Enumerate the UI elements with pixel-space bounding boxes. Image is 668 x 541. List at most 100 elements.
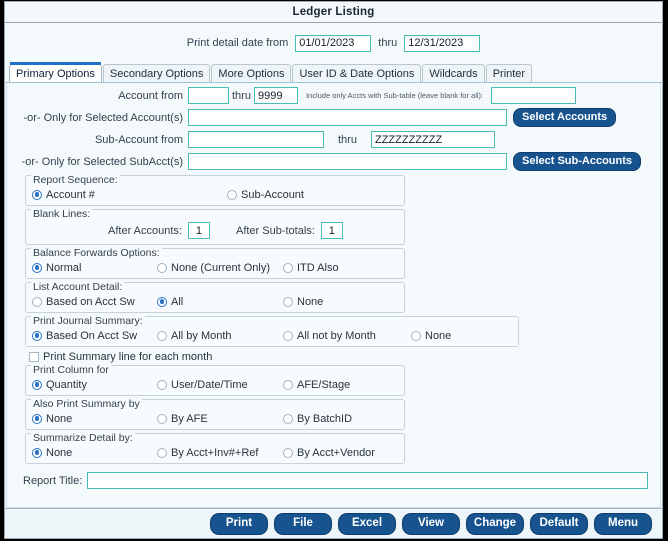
change-button[interactable]: Change — [466, 512, 524, 535]
also-print-summary-option-none[interactable]: None — [26, 413, 157, 425]
selected-subaccounts-input[interactable] — [188, 153, 507, 170]
excel-button[interactable]: Excel — [338, 512, 396, 535]
select-sub-accounts-button-label: Select Sub-Accounts — [522, 155, 633, 167]
print-journal-summary-option-acct-sw[interactable]: Based On Acct Sw — [26, 330, 157, 342]
radio-icon[interactable] — [411, 330, 421, 341]
radio-icon[interactable] — [157, 379, 167, 390]
tab-label: Secondary Options — [109, 67, 204, 80]
radio-icon[interactable] — [227, 189, 237, 200]
option-label: Based On Acct Sw — [46, 329, 138, 342]
tab-primary-options[interactable]: Primary Options — [9, 62, 102, 82]
print-journal-summary-option-all-by-month[interactable]: All by Month — [157, 330, 283, 342]
subtable-accounts-input[interactable] — [491, 87, 577, 104]
select-sub-accounts-button[interactable]: Select Sub-Accounts — [513, 152, 642, 171]
radio-icon[interactable] — [32, 189, 42, 200]
after-subtotals-label: After Sub-totals: — [235, 224, 315, 237]
view-button[interactable]: View — [402, 512, 460, 535]
tab-printer[interactable]: Printer — [485, 64, 533, 82]
checkbox-icon[interactable] — [29, 352, 39, 362]
radio-icon[interactable] — [32, 447, 42, 458]
selected-accounts-input[interactable] — [188, 109, 507, 126]
radio-icon[interactable] — [32, 330, 42, 341]
account-range-row: Account from thru Include only Accts wit… — [13, 87, 654, 104]
tab-user-id-date-options[interactable]: User ID & Date Options — [292, 64, 422, 82]
report-sequence-option-account[interactable]: Account # — [26, 189, 227, 201]
select-accounts-button[interactable]: Select Accounts — [513, 108, 617, 127]
print-detail-date-from-input[interactable] — [295, 34, 372, 52]
summarize-detail-option-none[interactable]: None — [26, 447, 157, 459]
radio-icon[interactable] — [157, 447, 167, 458]
tab-label: User ID & Date Options — [299, 67, 415, 80]
option-label: By BatchID — [297, 412, 353, 425]
summarize-detail-option-acct-inv-ref[interactable]: By Acct+Inv#+Ref — [157, 447, 283, 459]
subaccount-from-input[interactable] — [188, 131, 324, 148]
print-summary-line-label: Print Summary line for each month — [43, 351, 213, 363]
radio-icon[interactable] — [283, 330, 293, 341]
radio-icon[interactable] — [283, 447, 293, 458]
button-label: Change — [473, 516, 517, 529]
tab-wildcards[interactable]: Wildcards — [422, 64, 485, 82]
account-from-input[interactable] — [188, 87, 229, 104]
print-journal-summary-option-none[interactable]: None — [411, 330, 451, 342]
account-thru-input[interactable] — [253, 87, 298, 104]
radio-icon[interactable] — [283, 296, 293, 307]
title-bar: Ledger Listing — [5, 2, 662, 23]
print-column-option-user-date-time[interactable]: User/Date/Time — [157, 379, 283, 391]
after-subtotals-input[interactable] — [320, 222, 343, 239]
balance-forwards-option-normal[interactable]: Normal — [26, 262, 157, 274]
default-button[interactable]: Default — [530, 512, 588, 535]
option-label: ITD Also — [297, 261, 339, 274]
balance-forwards-option-itd[interactable]: ITD Also — [283, 262, 339, 274]
also-print-summary-option-by-batchid[interactable]: By BatchID — [283, 413, 352, 425]
radio-icon[interactable] — [283, 262, 293, 273]
also-print-summary-option-by-afe[interactable]: By AFE — [157, 413, 283, 425]
option-label: AFE/Stage — [297, 378, 351, 391]
list-account-detail-option-acct-sw[interactable]: Based on Acct Sw — [26, 296, 157, 308]
list-account-detail-option-all[interactable]: All — [157, 296, 283, 308]
radio-icon[interactable] — [283, 379, 293, 390]
menu-button[interactable]: Menu — [594, 512, 652, 535]
print-column-option-quantity[interactable]: Quantity — [26, 379, 157, 391]
radio-icon[interactable] — [32, 262, 42, 273]
print-detail-date-thru-input[interactable] — [404, 34, 481, 52]
subtable-hint-label: Include only Accts with Sub-table (leave… — [305, 91, 484, 100]
print-column-for-caption: Print Column for — [31, 364, 111, 376]
radio-icon[interactable] — [283, 413, 293, 424]
tab-secondary-options[interactable]: Secondary Options — [102, 64, 211, 82]
radio-icon[interactable] — [157, 413, 167, 424]
print-column-option-afe-stage[interactable]: AFE/Stage — [283, 379, 350, 391]
print-button[interactable]: Print — [210, 512, 268, 535]
option-label: By AFE — [171, 412, 208, 425]
tab-label: Primary Options — [16, 67, 95, 80]
summarize-detail-by-caption: Summarize Detail by: — [31, 432, 135, 444]
subaccount-thru-input[interactable] — [370, 131, 495, 148]
print-summary-line-checkbox-row[interactable]: Print Summary line for each month — [29, 351, 654, 363]
account-from-label: Account from — [118, 89, 183, 102]
summarize-detail-option-acct-vendor[interactable]: By Acct+Vendor — [283, 447, 375, 459]
print-column-for-group: Print Column for Quantity User/Date/Time… — [25, 365, 405, 396]
report-title-input[interactable] — [87, 472, 649, 489]
radio-icon[interactable] — [157, 262, 167, 273]
radio-icon[interactable] — [157, 296, 167, 307]
report-sequence-option-subaccount[interactable]: Sub-Account — [227, 189, 304, 201]
radio-icon[interactable] — [157, 330, 167, 341]
action-button-bar: Print File Excel View Change Default Men… — [5, 508, 662, 538]
radio-icon[interactable] — [32, 379, 42, 390]
option-label: None — [297, 295, 324, 308]
window-title: Ledger Listing — [292, 6, 375, 18]
also-print-summary-by-group: Also Print Summary by None By AFE By Bat… — [25, 399, 405, 430]
tab-label: More Options — [218, 67, 285, 80]
option-label: None — [46, 446, 73, 459]
list-account-detail-option-none[interactable]: None — [283, 296, 323, 308]
file-button[interactable]: File — [274, 512, 332, 535]
tab-more-options[interactable]: More Options — [211, 64, 292, 82]
balance-forwards-option-none-current[interactable]: None (Current Only) — [157, 262, 283, 274]
balance-forwards-group: Balance Forwards Options: Normal None (C… — [25, 248, 405, 279]
radio-icon[interactable] — [32, 296, 42, 307]
selected-accounts-row: -or- Only for Selected Account(s) Select… — [13, 108, 654, 127]
print-journal-summary-option-all-not-by-month[interactable]: All not by Month — [283, 330, 411, 342]
option-label: None — [425, 329, 452, 342]
radio-icon[interactable] — [32, 413, 42, 424]
after-accounts-input[interactable] — [187, 222, 210, 239]
option-label: None (Current Only) — [171, 261, 271, 274]
